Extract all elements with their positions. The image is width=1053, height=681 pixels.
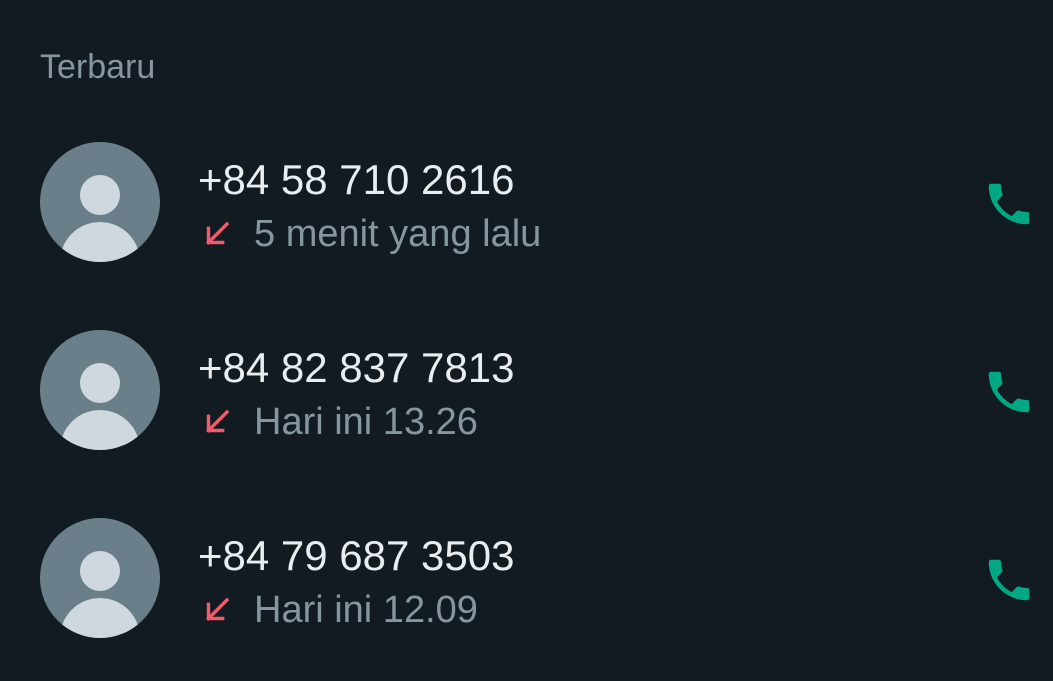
avatar[interactable]	[40, 142, 160, 262]
avatar[interactable]	[40, 330, 160, 450]
phone-icon[interactable]	[982, 365, 1036, 419]
avatar-head-shape	[80, 363, 120, 403]
avatar-head-shape	[80, 551, 120, 591]
missed-call-arrow-icon	[206, 597, 230, 621]
avatar[interactable]	[40, 518, 160, 638]
avatar-head-shape	[80, 175, 120, 215]
call-log-row[interactable]: +84 79 687 3503 Hari ini 12.09	[0, 518, 1053, 638]
missed-call-arrow-icon	[206, 221, 230, 245]
contact-number: +84 79 687 3503	[198, 532, 515, 579]
contact-number: +84 82 837 7813	[198, 344, 515, 391]
avatar-body-shape	[60, 410, 140, 450]
call-time: 5 menit yang lalu	[254, 213, 542, 255]
call-time: Hari ini 13.26	[254, 401, 478, 443]
call-time: Hari ini 12.09	[254, 589, 478, 631]
call-meta: Hari ini 13.26	[198, 400, 478, 444]
phone-icon[interactable]	[982, 177, 1036, 231]
avatar-body-shape	[60, 222, 140, 262]
call-log-row[interactable]: +84 82 837 7813 Hari ini 13.26	[0, 330, 1053, 450]
calls-screen: Terbaru +84 58 710 2616 5 menit yang lal…	[0, 0, 1053, 681]
avatar-body-shape	[60, 598, 140, 638]
section-header-recent: Terbaru	[40, 48, 156, 86]
phone-icon[interactable]	[982, 553, 1036, 607]
contact-number: +84 58 710 2616	[198, 156, 515, 203]
missed-call-arrow-icon	[206, 409, 230, 433]
call-meta: 5 menit yang lalu	[198, 212, 541, 256]
call-meta: Hari ini 12.09	[198, 588, 478, 632]
call-log-row[interactable]: +84 58 710 2616 5 menit yang lalu	[0, 142, 1053, 262]
